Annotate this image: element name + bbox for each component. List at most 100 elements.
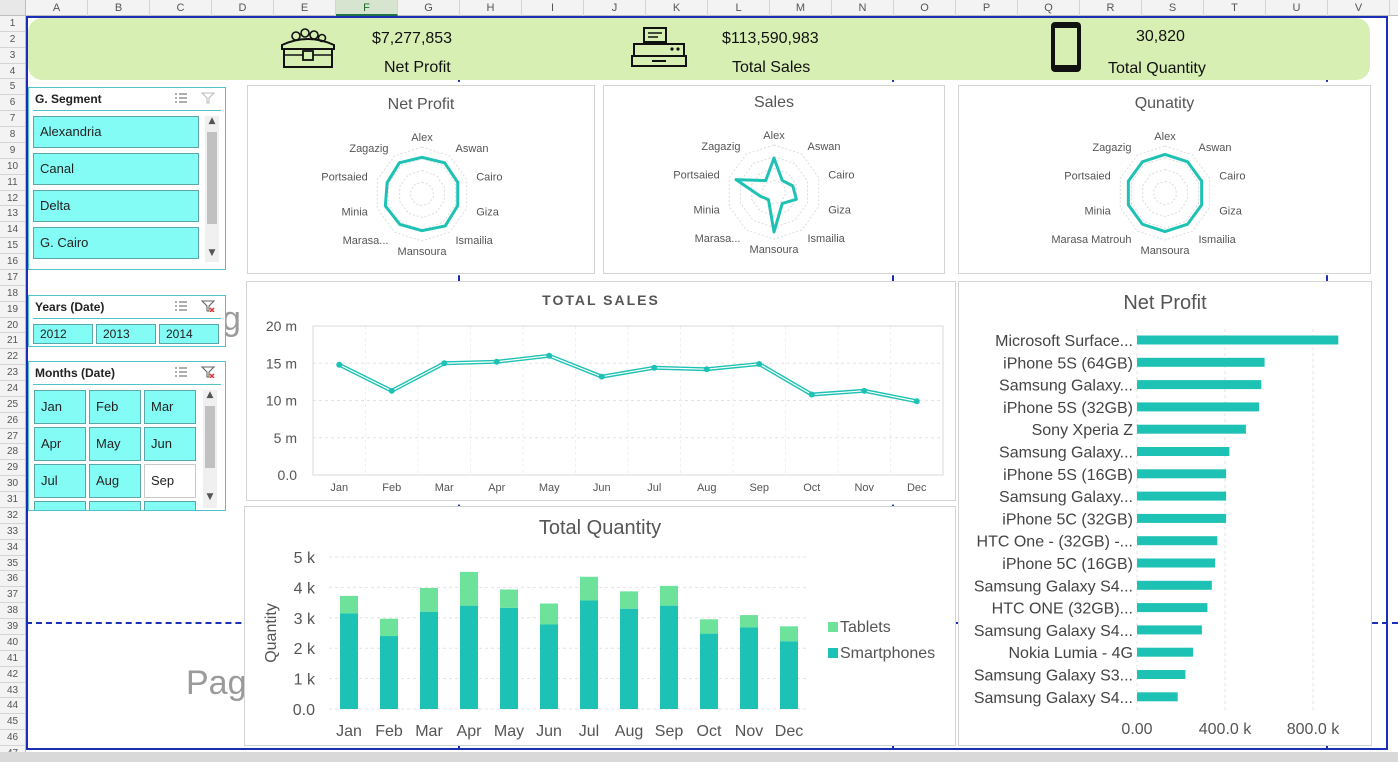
column-header-P[interactable]: P xyxy=(956,0,1018,16)
slicer-scrollbar[interactable]: ▲ ▼ xyxy=(203,390,217,508)
bar-smartphones[interactable] xyxy=(660,605,678,709)
bar-tablets[interactable] xyxy=(660,585,678,606)
bar-tablets[interactable] xyxy=(700,619,718,634)
row-header[interactable]: 24 xyxy=(0,381,25,397)
line-point[interactable] xyxy=(703,366,710,373)
scroll-up-icon[interactable]: ▲ xyxy=(203,390,217,400)
slicer-item-partial[interactable] xyxy=(89,501,141,510)
row-header[interactable]: 4 xyxy=(0,64,25,80)
row-header[interactable]: 42 xyxy=(0,667,25,683)
bar-smartphones[interactable] xyxy=(620,608,638,709)
row-header[interactable]: 29 xyxy=(0,460,25,477)
row-header[interactable]: 18 xyxy=(0,286,25,302)
row-header[interactable]: 13 xyxy=(0,206,25,223)
bar-net-profit[interactable] xyxy=(1137,580,1212,590)
slicer-item-sep[interactable]: Sep xyxy=(144,464,196,498)
bar-net-profit[interactable] xyxy=(1137,402,1260,412)
line-point[interactable] xyxy=(336,361,343,368)
scroll-thumb[interactable] xyxy=(207,132,217,224)
slicer-scrollbar[interactable]: ▲ ▼ xyxy=(205,116,219,262)
column-header-E[interactable]: E xyxy=(274,0,336,16)
column-header-N[interactable]: N xyxy=(832,0,894,16)
bar-net-profit[interactable] xyxy=(1137,670,1186,679)
clear-filter-icon[interactable] xyxy=(201,366,215,378)
row-header[interactable]: 9 xyxy=(0,143,25,159)
row-header[interactable]: 43 xyxy=(0,683,25,699)
row-header[interactable]: 15 xyxy=(0,238,25,255)
row-header[interactable]: 2 xyxy=(0,32,25,48)
chart-panel-net-profit-products[interactable]: Net Profit 0.00 400.0 k 800.0 k Microsoft S… xyxy=(958,281,1372,746)
row-header[interactable]: 23 xyxy=(0,365,25,381)
line-point[interactable] xyxy=(861,387,868,394)
bar-tablets[interactable] xyxy=(740,615,758,628)
bar-smartphones[interactable] xyxy=(380,636,398,709)
bar-smartphones[interactable] xyxy=(460,605,478,709)
column-header-M[interactable]: M xyxy=(770,0,832,16)
multi-select-icon[interactable] xyxy=(174,366,188,378)
scroll-down-icon[interactable]: ▼ xyxy=(203,492,217,502)
chart-panel-net-profit-radar[interactable]: Net Profit Alex Aswan Cairo Giza Ismailia Man… xyxy=(247,85,595,274)
column-header-K[interactable]: K xyxy=(646,0,708,16)
line-point[interactable] xyxy=(441,360,448,367)
column-header-G[interactable]: G xyxy=(398,0,460,16)
bar-tablets[interactable] xyxy=(420,588,438,612)
slicer-item-aug[interactable]: Aug xyxy=(89,464,141,498)
bar-tablets[interactable] xyxy=(580,576,598,601)
line-point[interactable] xyxy=(493,358,500,365)
row-header[interactable]: 1 xyxy=(0,16,25,32)
column-header-L[interactable]: L xyxy=(708,0,770,16)
slicer-item-canal[interactable]: Canal xyxy=(33,153,199,185)
scroll-thumb[interactable] xyxy=(205,406,215,468)
row-header[interactable]: 26 xyxy=(0,413,25,429)
bar-smartphones[interactable] xyxy=(580,600,598,709)
bar-net-profit[interactable] xyxy=(1137,469,1227,479)
column-header-F[interactable]: F xyxy=(336,0,398,16)
bar-net-profit[interactable] xyxy=(1137,536,1218,546)
row-header[interactable]: 33 xyxy=(0,524,25,540)
slicer-item-may[interactable]: May xyxy=(89,427,141,461)
row-header[interactable]: 45 xyxy=(0,714,25,731)
clear-filter-icon[interactable] xyxy=(201,300,215,312)
bar-tablets[interactable] xyxy=(780,626,798,642)
row-header[interactable]: 34 xyxy=(0,540,25,556)
column-header-U[interactable]: U xyxy=(1266,0,1328,16)
bar-tablets[interactable] xyxy=(380,618,398,637)
slicer-item-2013[interactable]: 2013 xyxy=(96,324,156,344)
bar-smartphones[interactable] xyxy=(500,607,518,709)
row-header[interactable]: 7 xyxy=(0,111,25,128)
row-header[interactable]: 5 xyxy=(0,79,25,96)
slicer-item-apr[interactable]: Apr xyxy=(34,427,86,461)
row-header[interactable]: 37 xyxy=(0,587,25,604)
row-header[interactable]: 11 xyxy=(0,175,25,191)
row-header[interactable]: 21 xyxy=(0,333,25,350)
row-header[interactable]: 36 xyxy=(0,571,25,588)
slicer-item-jun[interactable]: Jun xyxy=(144,427,196,461)
slicer-item-mar[interactable]: Mar xyxy=(144,390,196,424)
bar-net-profit[interactable] xyxy=(1137,692,1178,702)
row-header[interactable]: 40 xyxy=(0,635,25,651)
bar-net-profit[interactable] xyxy=(1137,513,1227,523)
column-header-C[interactable]: C xyxy=(150,0,212,16)
column-header-I[interactable]: I xyxy=(522,0,584,16)
chart-panel-total-quantity[interactable]: Total Quantity 0.0 1 k2 k3 k4 k5 k Quantit… xyxy=(244,506,956,746)
bar-tablets[interactable] xyxy=(460,571,478,606)
line-point[interactable] xyxy=(388,387,395,394)
bar-net-profit[interactable] xyxy=(1137,357,1265,367)
column-header-R[interactable]: R xyxy=(1080,0,1142,16)
row-header[interactable]: 38 xyxy=(0,603,25,620)
bar-net-profit[interactable] xyxy=(1137,558,1216,568)
line-point[interactable] xyxy=(808,391,815,398)
line-point[interactable] xyxy=(756,360,763,367)
row-header[interactable]: 12 xyxy=(0,191,25,207)
row-header[interactable]: 14 xyxy=(0,222,25,239)
row-header[interactable]: 41 xyxy=(0,651,25,667)
bar-smartphones[interactable] xyxy=(700,633,718,709)
column-header-Q[interactable]: Q xyxy=(1018,0,1080,16)
row-header[interactable]: 17 xyxy=(0,270,25,286)
chart-panel-quantity-radar[interactable]: Qunatity Alex Aswan Cairo Giza Ismailia Manso… xyxy=(958,85,1371,274)
column-header-A[interactable]: A xyxy=(26,0,88,16)
bar-net-profit[interactable] xyxy=(1137,647,1194,657)
bar-smartphones[interactable] xyxy=(420,611,438,709)
line-point[interactable] xyxy=(598,373,605,380)
row-header[interactable]: 28 xyxy=(0,444,25,461)
